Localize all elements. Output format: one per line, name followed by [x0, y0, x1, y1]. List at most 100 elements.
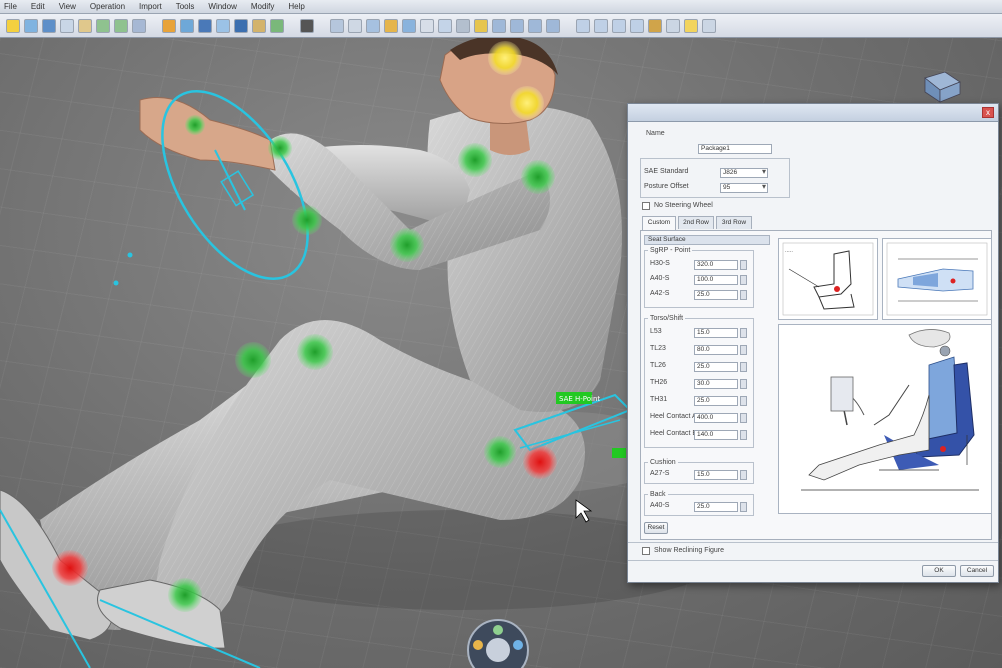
ruler-icon[interactable]: [348, 18, 362, 33]
tab-2nd-row[interactable]: 2nd Row: [678, 216, 714, 229]
view-iso-icon[interactable]: [546, 18, 560, 33]
joint-shoulder[interactable]: [458, 143, 492, 177]
tab-custom[interactable]: Custom: [642, 216, 676, 230]
render-icon[interactable]: [648, 18, 662, 33]
sgrp-row-spinner[interactable]: [740, 290, 747, 300]
posture-select[interactable]: 95: [720, 183, 768, 193]
sgrp-row-input[interactable]: 100.0: [694, 275, 738, 285]
pan-icon[interactable]: [594, 18, 608, 33]
vision-icon[interactable]: [270, 18, 284, 33]
report-icon[interactable]: [420, 18, 434, 33]
zoom-icon[interactable]: [576, 18, 590, 33]
rotate-icon[interactable]: [612, 18, 626, 33]
joint-hip[interactable]: [484, 436, 516, 468]
copy-icon[interactable]: [60, 18, 74, 33]
joint-hand[interactable]: [185, 115, 205, 135]
help-icon[interactable]: [474, 18, 488, 33]
undo-icon[interactable]: [96, 18, 110, 33]
torso-row-input[interactable]: 80.0: [694, 345, 738, 355]
joint-h-point[interactable]: [523, 445, 557, 479]
cushion-row-input[interactable]: 15.0: [694, 470, 738, 480]
torso-row-spinner[interactable]: [740, 328, 747, 338]
save-icon[interactable]: [42, 18, 56, 33]
posture-icon[interactable]: [180, 18, 194, 33]
seat-surface-header[interactable]: Seat Surface: [644, 235, 770, 245]
new-icon[interactable]: [6, 18, 20, 33]
torso-row-spinner[interactable]: [740, 379, 747, 389]
menu-tools[interactable]: Tools: [176, 2, 195, 11]
menu-import[interactable]: Import: [139, 2, 162, 11]
collision-icon[interactable]: [384, 18, 398, 33]
menu-view[interactable]: View: [59, 2, 76, 11]
torso-row-input[interactable]: 400.0: [694, 413, 738, 423]
steering-checkbox[interactable]: [642, 202, 650, 210]
settings-icon[interactable]: [456, 18, 470, 33]
joint-knee-left[interactable]: [235, 342, 271, 378]
menu-window[interactable]: Window: [208, 2, 236, 11]
cancel-button[interactable]: Cancel: [960, 565, 994, 577]
torso-row-input[interactable]: 25.0: [694, 396, 738, 406]
view-front-icon[interactable]: [492, 18, 506, 33]
navigation-wheel[interactable]: [467, 619, 529, 668]
sgrp-row-spinner[interactable]: [740, 275, 747, 285]
torso-row-spinner[interactable]: [740, 430, 747, 440]
joint-shoulder-far[interactable]: [521, 160, 555, 194]
sgrp-row-input[interactable]: 25.0: [694, 290, 738, 300]
joint-elbow[interactable]: [390, 228, 424, 262]
joint-neck[interactable]: [510, 86, 544, 120]
camera-icon[interactable]: [300, 18, 314, 33]
attach-icon[interactable]: [216, 18, 230, 33]
sgrp-row-input[interactable]: 320.0: [694, 260, 738, 270]
sgrp-row-spinner[interactable]: [740, 260, 747, 270]
joint-knee-right[interactable]: [297, 334, 333, 370]
figure-icon[interactable]: [198, 18, 212, 33]
seat-icon[interactable]: [234, 18, 248, 33]
back-row-spinner[interactable]: [740, 502, 747, 512]
view-side-icon[interactable]: [510, 18, 524, 33]
torso-row-input[interactable]: 30.0: [694, 379, 738, 389]
measure-icon[interactable]: [330, 18, 344, 33]
light-icon[interactable]: [684, 18, 698, 33]
name-field[interactable]: Package1: [698, 144, 772, 154]
open-icon[interactable]: [24, 18, 38, 33]
chart-icon[interactable]: [438, 18, 452, 33]
zone-icon[interactable]: [402, 18, 416, 33]
joint-head[interactable]: [488, 41, 522, 75]
torso-row-input[interactable]: 15.0: [694, 328, 738, 338]
torso-row-spinner[interactable]: [740, 345, 747, 355]
torso-row-spinner[interactable]: [740, 362, 747, 372]
ok-button[interactable]: OK: [922, 565, 956, 577]
joint-elbow-far[interactable]: [292, 205, 322, 235]
manikin-icon[interactable]: [162, 18, 176, 33]
tab-3rd-row[interactable]: 3rd Row: [716, 216, 752, 229]
joint-ankle-right[interactable]: [168, 578, 202, 612]
torso-row-spinner[interactable]: [740, 413, 747, 423]
menu-help[interactable]: Help: [288, 2, 304, 11]
standard-select[interactable]: J826: [720, 168, 768, 178]
fit-icon[interactable]: [630, 18, 644, 33]
torso-row-input[interactable]: 25.0: [694, 362, 738, 372]
reset-button[interactable]: Reset: [644, 522, 668, 534]
menu-modify[interactable]: Modify: [251, 2, 275, 11]
dialog-title-bar[interactable]: [628, 104, 998, 122]
joint-ankle-left[interactable]: [52, 550, 88, 586]
cushion-row-spinner[interactable]: [740, 470, 747, 480]
menu-operation[interactable]: Operation: [90, 2, 125, 11]
back-row-input[interactable]: 25.0: [694, 502, 738, 512]
torso-row-spinner[interactable]: [740, 396, 747, 406]
menu-file[interactable]: File: [4, 2, 17, 11]
select-icon[interactable]: [132, 18, 146, 33]
show-reclining-checkbox[interactable]: [642, 547, 650, 555]
view-cube[interactable]: [924, 71, 961, 103]
layers-icon[interactable]: [702, 18, 716, 33]
grid-icon[interactable]: [666, 18, 680, 33]
torso-row-input[interactable]: 140.0: [694, 430, 738, 440]
redo-icon[interactable]: [114, 18, 128, 33]
view-top-icon[interactable]: [528, 18, 542, 33]
paste-icon[interactable]: [78, 18, 92, 33]
reach-icon[interactable]: [252, 18, 266, 33]
close-button[interactable]: x: [982, 107, 994, 118]
menu-edit[interactable]: Edit: [31, 2, 45, 11]
angle-icon[interactable]: [366, 18, 380, 33]
joint-wrist[interactable]: [268, 136, 292, 160]
